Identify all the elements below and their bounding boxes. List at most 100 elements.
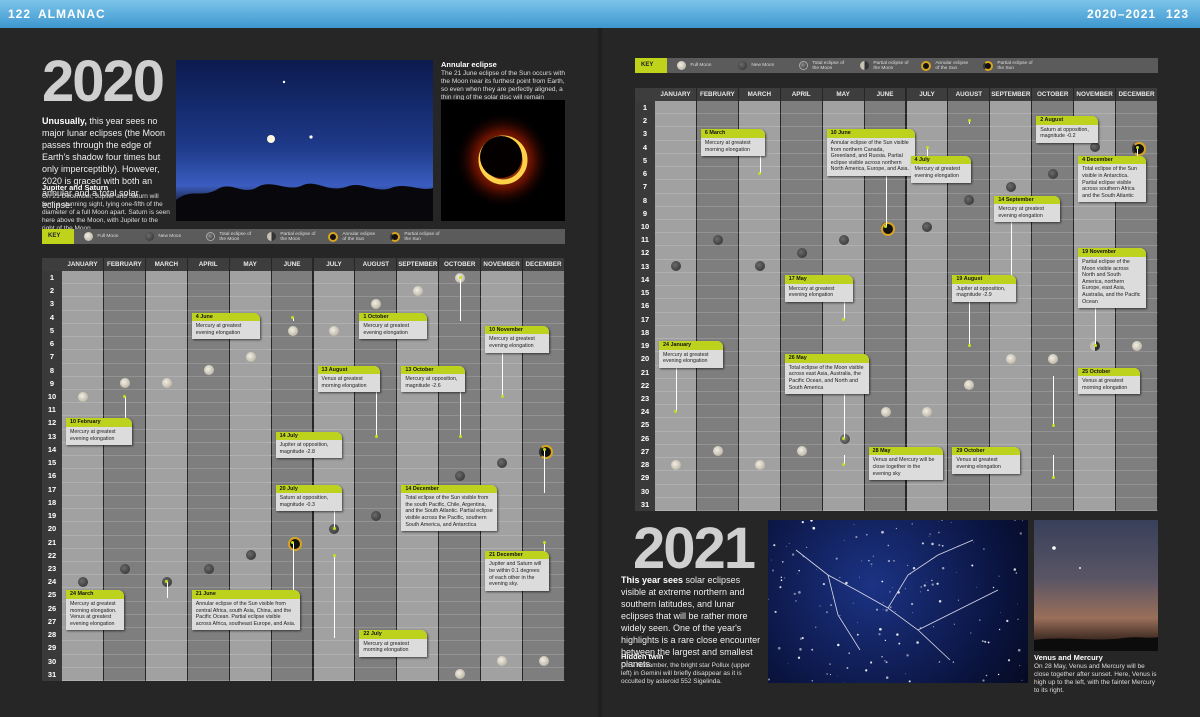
star xyxy=(926,582,927,583)
calendar-row-line xyxy=(655,113,1158,115)
star xyxy=(896,633,899,636)
calendar-row-line xyxy=(62,389,565,391)
event-date: 4 July xyxy=(910,155,971,165)
day-number: 28 xyxy=(640,460,650,470)
star xyxy=(1021,679,1023,681)
star xyxy=(1017,648,1021,652)
event-callout: 20 July Saturn at opposition, magnitude -… xyxy=(275,484,342,512)
star xyxy=(836,675,838,677)
calendar-row-line xyxy=(62,428,565,430)
star xyxy=(950,521,952,523)
full-moon-icon xyxy=(77,391,88,402)
event-callout: 4 December Total eclipse of the Sun visib… xyxy=(1078,155,1147,203)
day-number: 28 xyxy=(47,630,57,640)
event-callout: 6 March Mercury at greatest morning elong… xyxy=(700,129,765,157)
event-leader-line xyxy=(166,581,168,599)
year-2021-heading: 2021 xyxy=(633,516,756,581)
star xyxy=(835,557,838,560)
star xyxy=(848,652,851,655)
spread-title: 2020–2021 xyxy=(1087,7,1157,21)
day-number: 7 xyxy=(642,182,648,192)
new-moon-icon xyxy=(77,576,88,587)
star xyxy=(936,582,939,585)
star xyxy=(768,678,770,681)
star xyxy=(893,560,895,562)
event-leader-line xyxy=(334,555,336,639)
day-number: 8 xyxy=(49,365,55,375)
calendar-row-line xyxy=(62,362,565,364)
star xyxy=(837,643,840,647)
day-number: 29 xyxy=(640,473,650,483)
star xyxy=(1015,572,1018,574)
calendar-row-line xyxy=(62,375,565,377)
day-number: 23 xyxy=(47,563,57,573)
key-item-label: New Moon xyxy=(751,63,775,68)
event-text: Saturn at opposition, magnitude -0.3 xyxy=(279,495,329,508)
event-date: 25 October xyxy=(1078,367,1141,377)
event-callout: 14 July Jupiter at opposition, magnitude … xyxy=(275,431,342,459)
month-header: JUNE xyxy=(271,258,313,271)
day-number: 5 xyxy=(49,325,55,335)
event-date: 26 May xyxy=(784,354,869,363)
new-moon-icon xyxy=(119,563,130,574)
month-header: NOVEMBER xyxy=(1074,88,1116,101)
star xyxy=(885,661,888,664)
event-callout: 24 March Mercury at greatest morning elon… xyxy=(66,590,124,631)
star xyxy=(1000,612,1001,614)
star xyxy=(971,564,974,567)
month-header: JULY xyxy=(906,88,948,101)
full-moon-icon xyxy=(287,325,298,336)
event-date: 14 July xyxy=(275,431,342,441)
intro-2020-lead: Unusually, xyxy=(42,116,87,126)
key-label: KEY xyxy=(42,229,75,244)
star xyxy=(811,525,813,527)
calendar-row-line xyxy=(655,510,1158,511)
calendar-row-line xyxy=(655,219,1158,221)
tl-moon-icon xyxy=(799,61,809,70)
star xyxy=(938,544,941,547)
event-callout: 21 June Annular eclipse of the Sun visibl… xyxy=(191,590,300,631)
star xyxy=(878,633,881,636)
event-text: Total eclipse of the Sun visible in Anta… xyxy=(1082,166,1137,199)
event-pin xyxy=(458,434,462,438)
photo-annular-eclipse xyxy=(441,100,565,221)
photo-gemini-starfield xyxy=(768,520,1028,683)
event-pin xyxy=(374,434,378,438)
event-text: Venus and Mercury will be close together… xyxy=(872,457,935,477)
month-header: AUGUST xyxy=(355,258,397,271)
star xyxy=(919,591,921,593)
caption-jupiter-saturn: Jupiter and Saturn On 21 December, Jupite… xyxy=(42,184,170,233)
star xyxy=(870,563,873,566)
month-header: DECEMBER xyxy=(1116,88,1157,101)
event-callout: 26 May Total eclipse of the Moon visible … xyxy=(784,354,869,395)
star xyxy=(923,584,926,587)
day-number: 12 xyxy=(640,248,650,258)
event-pin xyxy=(1051,423,1055,427)
pl2-moon-icon xyxy=(267,232,277,241)
star xyxy=(916,641,919,644)
key-item: Partial eclipse of the Moon xyxy=(267,232,318,242)
day-number: 24 xyxy=(640,407,650,417)
star xyxy=(857,622,859,624)
star xyxy=(773,544,776,547)
event-date: 17 May xyxy=(784,274,853,284)
key-item-label: Total eclipse of the Moon xyxy=(812,60,845,71)
star xyxy=(829,663,831,665)
calendar-row-line xyxy=(655,364,1158,366)
event-callout: 1 October Mercury at greatest evening elo… xyxy=(359,312,428,340)
ps-moon-icon xyxy=(390,231,401,242)
calendar-row-line xyxy=(62,627,565,629)
ann-moon-icon xyxy=(921,60,932,71)
month-header: SEPTEMBER xyxy=(990,88,1032,101)
key-item-label: Total eclipse of the Moon xyxy=(219,231,252,242)
day-number: 26 xyxy=(640,433,650,443)
event-text: Venus at greatest evening elongation xyxy=(956,457,1001,471)
star xyxy=(826,673,828,675)
event-callout: 22 July Mercury at greatest morning elong… xyxy=(359,630,428,657)
star xyxy=(839,614,841,616)
event-text: Mercury at greatest morning elongation xyxy=(363,640,410,654)
star xyxy=(982,679,985,682)
event-date: 24 March xyxy=(66,590,124,599)
star xyxy=(885,608,888,612)
calendar-row-line xyxy=(655,351,1158,353)
